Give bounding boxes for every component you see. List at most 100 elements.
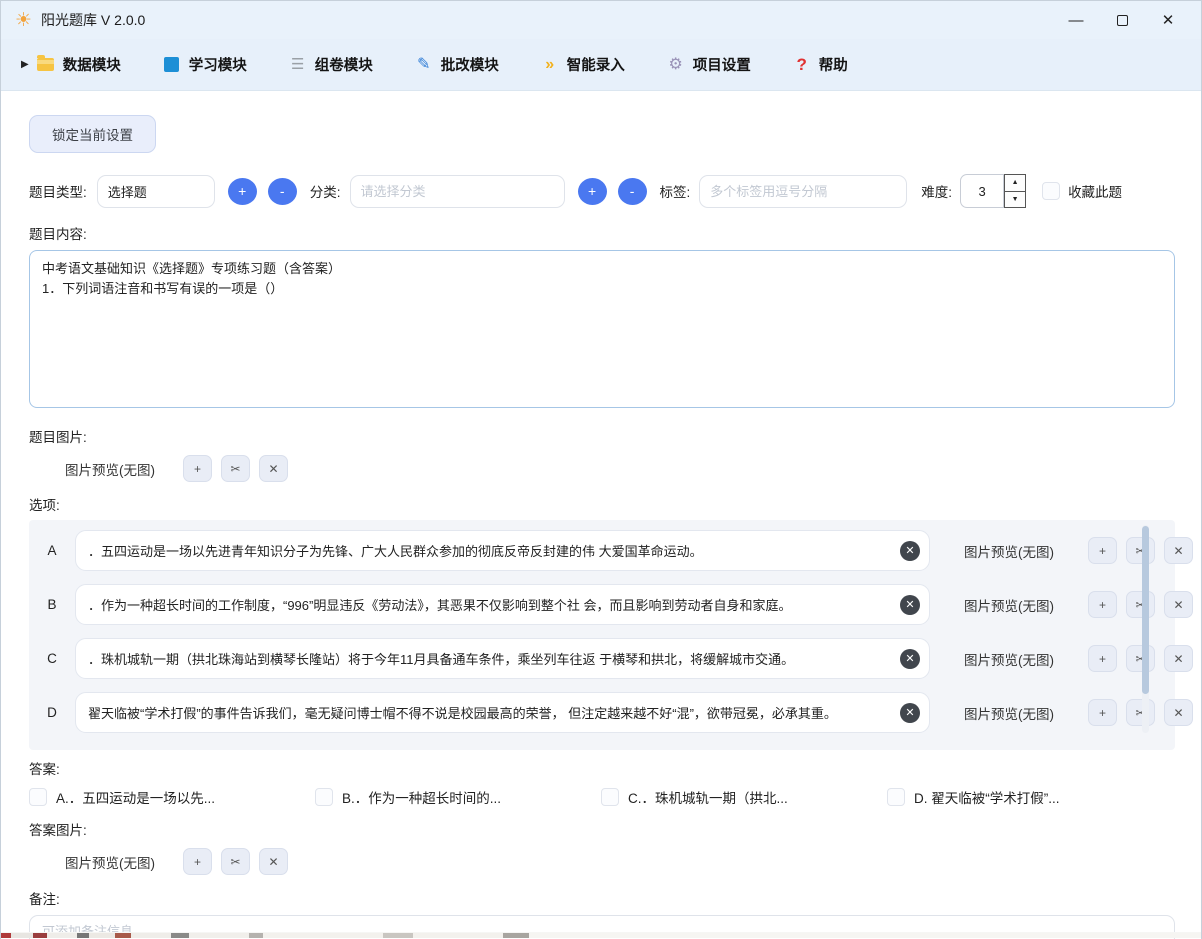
answer-item-d: D. 翟天临被“学术打假”... [887,787,1173,807]
answer-c-label: C.．珠机城轨一期（拱北... [628,787,788,807]
app-title: 阳光题库 V 2.0.0 [41,10,145,30]
crop-option-a-image-button[interactable]: ✂ [1126,537,1155,564]
option-letter: B [29,597,75,612]
nav-label: 学习模块 [189,54,247,75]
answer-item-c: C.．珠机城轨一期（拱北... [601,787,887,807]
option-a-input[interactable] [75,530,930,571]
add-option-b-image-button[interactable]: + [1088,591,1117,618]
spin-up-button[interactable]: ▲ [1004,174,1026,191]
nav-item-grading-module[interactable]: ✎ 批改模块 [415,54,499,75]
help-icon: ? [793,56,811,74]
nav-label: 项目设置 [693,54,751,75]
clear-option-c-icon[interactable]: ✕ [900,649,920,669]
option-b-input[interactable] [75,584,930,625]
option-letter: A [29,543,75,558]
nav-item-study-module[interactable]: 学习模块 [163,54,247,75]
nav-label: 智能录入 [567,54,625,75]
tags-input[interactable] [699,175,907,208]
gear-icon: ⚙ [667,56,685,74]
close-button[interactable]: ✕ [1145,5,1191,35]
remark-label: 备注: [29,888,1173,908]
category-input[interactable] [350,175,565,208]
add-option-d-image-button[interactable]: + [1088,699,1117,726]
crop-option-b-image-button[interactable]: ✂ [1126,591,1155,618]
spin-down-button[interactable]: ▼ [1004,191,1026,209]
answer-image-row: 图片预览(无图) + ✂ ✕ [29,848,1173,875]
remove-type-button[interactable]: - [268,178,297,205]
options-panel: A ✕ 图片预览(无图) + ✂ ✕ B ✕ 图片预览(无图) [29,520,1175,750]
option-row-c: C ✕ 图片预览(无图) + ✂ ✕ [29,635,1175,682]
lock-settings-button[interactable]: 锁定当前设置 [29,115,156,153]
main-content: 锁定当前设置 题目类型: + - 分类: + - 标签: 难度: 3 ▲ ▼ 收… [1,91,1201,939]
answer-item-a: A.．五四运动是一场以先... [29,787,315,807]
crop-option-c-image-button[interactable]: ✂ [1126,645,1155,672]
answer-d-checkbox[interactable] [887,788,905,806]
clear-option-d-icon[interactable]: ✕ [900,703,920,723]
difficulty-label: 难度: [921,181,952,201]
answer-b-checkbox[interactable] [315,788,333,806]
remove-image-button[interactable]: ✕ [259,455,288,482]
nav-label: 帮助 [819,54,848,75]
option-c-input[interactable] [75,638,930,679]
option-d-input[interactable] [75,692,930,733]
nav-bar: ▶ 数据模块 学习模块 ☰ 组卷模块 ✎ 批改模块 » 智能录入 ⚙ 项目设置 … [1,39,1201,91]
maximize-button[interactable] [1099,5,1145,35]
question-content-textarea[interactable]: 中考语文基础知识《选择题》专项练习题（含答案） 1．下列词语注音和书写有误的一项… [29,250,1175,408]
remove-category-button[interactable]: - [618,178,647,205]
question-image-label: 题目图片: [29,426,1173,446]
app-window: ☀ 阳光题库 V 2.0.0 — ✕ ▶ 数据模块 学习模块 ☰ 组卷模块 ✎ … [0,0,1202,939]
answer-image-preview: 图片预览(无图) [65,852,155,872]
remove-option-b-image-button[interactable]: ✕ [1164,591,1193,618]
sun-app-icon: ☀ [15,11,32,30]
category-label: 分类: [310,181,341,201]
minimize-button[interactable]: — [1053,5,1099,35]
favorite-checkbox[interactable] [1042,182,1060,200]
maximize-icon [1117,15,1128,26]
question-image-preview: 图片预览(无图) [65,459,155,479]
pen-icon: ✎ [415,56,433,74]
nav-item-smart-entry[interactable]: » 智能录入 [541,54,625,75]
answer-a-checkbox[interactable] [29,788,47,806]
clear-option-a-icon[interactable]: ✕ [900,541,920,561]
add-type-button[interactable]: + [228,178,257,205]
add-image-button[interactable]: + [183,455,212,482]
answer-a-label: A.．五四运动是一场以先... [56,787,215,807]
difficulty-spinner: 3 ▲ ▼ [960,174,1026,208]
remove-option-d-image-button[interactable]: ✕ [1164,699,1193,726]
nav-item-paper-module[interactable]: ☰ 组卷模块 [289,54,373,75]
option-d-image-preview: 图片预览(无图) [930,703,1088,723]
answer-c-checkbox[interactable] [601,788,619,806]
nav-item-project-settings[interactable]: ⚙ 项目设置 [667,54,751,75]
favorite-label: 收藏此题 [1068,181,1122,201]
question-type-input[interactable] [97,175,215,208]
clear-option-b-icon[interactable]: ✕ [900,595,920,615]
tags-label: 标签: [660,181,691,201]
nav-label: 批改模块 [441,54,499,75]
crop-image-button[interactable]: ✂ [221,455,250,482]
remove-option-c-image-button[interactable]: ✕ [1164,645,1193,672]
crop-option-d-image-button[interactable]: ✂ [1126,699,1155,726]
add-option-c-image-button[interactable]: + [1088,645,1117,672]
add-answer-image-button[interactable]: + [183,848,212,875]
window-controls: — ✕ [1053,5,1191,35]
add-option-a-image-button[interactable]: + [1088,537,1117,564]
tree-caret-icon[interactable]: ▶ [21,59,29,70]
option-row-d: D ✕ 图片预览(无图) + ✂ ✕ [29,689,1175,736]
answer-b-label: B.．作为一种超长时间的... [342,787,501,807]
question-image-row: 图片预览(无图) + ✂ ✕ [29,455,1173,482]
question-content-label: 题目内容: [29,223,1173,243]
nav-item-data-module[interactable]: 数据模块 [37,54,121,75]
question-type-label: 题目类型: [29,181,87,201]
nav-item-help[interactable]: ? 帮助 [793,54,848,75]
option-letter: D [29,705,75,720]
nav-label: 组卷模块 [315,54,373,75]
add-category-button[interactable]: + [578,178,607,205]
options-scrollbar-thumb[interactable] [1142,526,1149,694]
options-label: 选项: [29,494,1173,514]
remove-answer-image-button[interactable]: ✕ [259,848,288,875]
difficulty-value[interactable]: 3 [960,174,1004,208]
remove-option-a-image-button[interactable]: ✕ [1164,537,1193,564]
title-bar: ☀ 阳光题库 V 2.0.0 — ✕ [1,1,1201,39]
crop-answer-image-button[interactable]: ✂ [221,848,250,875]
answer-image-label: 答案图片: [29,819,1173,839]
